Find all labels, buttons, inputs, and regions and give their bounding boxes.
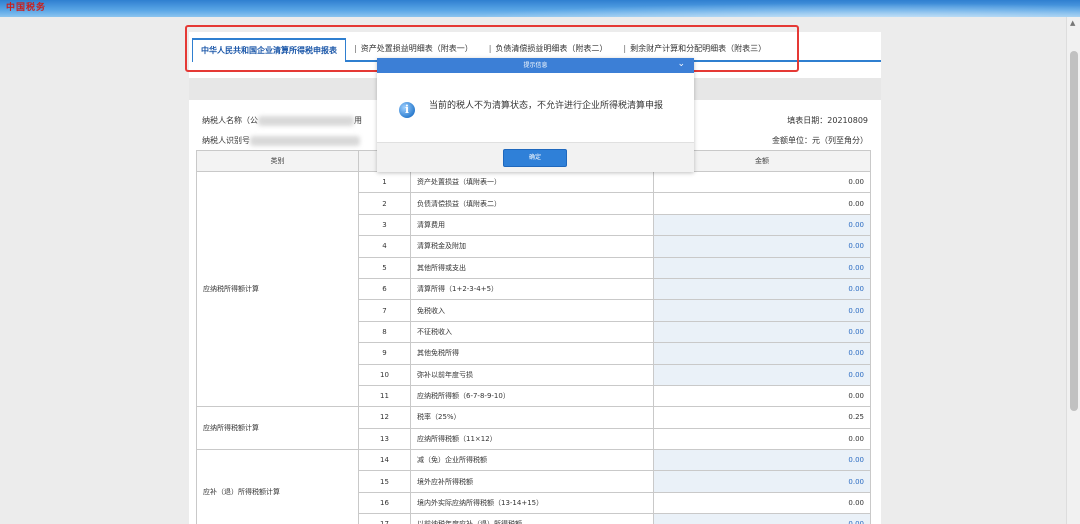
ok-button[interactable]: 确定 xyxy=(503,149,567,167)
amount-input[interactable]: 0.00 xyxy=(653,299,871,322)
header-category: 类别 xyxy=(196,150,359,172)
taxpayer-name: 纳税人名称（公 用 xyxy=(202,115,362,126)
row-number: 5 xyxy=(358,256,411,279)
row-number: 13 xyxy=(358,427,411,451)
item-label: 其他所得或支出 xyxy=(410,256,654,279)
item-label: 负债清偿损益（填附表二） xyxy=(410,192,654,215)
item-label: 弥补以前年度亏损 xyxy=(410,363,654,386)
category-cell: 应纳所得税额计算 xyxy=(196,406,359,451)
table-row: 应纳所得税额计算 12 税率（25%） 0.25 xyxy=(196,406,871,451)
amount-input[interactable]: 0.00 xyxy=(653,363,871,386)
row-number: 10 xyxy=(358,363,411,386)
row-number: 7 xyxy=(358,299,411,322)
logo: 中国税务 xyxy=(6,3,47,13)
chevron-down-icon[interactable]: ⌄ xyxy=(677,58,685,71)
amount-value: 0.00 xyxy=(653,170,871,194)
alert-dialog: 提示信息 ⌄ i 当前的税人不为清算状态，不允许进行企业所得税清算申报 确定 xyxy=(377,58,694,172)
amount-unit: 金额单位：元（列至角分） xyxy=(772,136,868,145)
amount-value: 0.00 xyxy=(653,384,871,408)
row-number: 6 xyxy=(358,277,411,301)
item-label: 境内外实际应纳所得税额（13-14+15） xyxy=(410,491,654,515)
amount-input[interactable]: 0.00 xyxy=(653,470,871,493)
report-table: 类别 金额 应纳税所得额计算 1 资产处置损益（填附表一） 0.00 2 负债清偿损益（填… xyxy=(196,150,871,524)
row-number: 11 xyxy=(358,384,411,408)
dialog-footer: 确定 xyxy=(377,142,694,172)
scroll-up-icon[interactable]: ▲ xyxy=(1070,19,1075,27)
amount-value: 0.00 xyxy=(653,192,871,215)
item-label: 境外应补所得税额 xyxy=(410,470,654,493)
item-label: 免税收入 xyxy=(410,299,654,322)
amount-input[interactable]: 0.00 xyxy=(653,256,871,279)
amount-input[interactable]: 0.00 xyxy=(653,449,871,472)
row-number: 15 xyxy=(358,470,411,493)
amount-value: 0.00 xyxy=(653,427,871,451)
item-label: 减（免）企业所得税额 xyxy=(410,449,654,472)
row-number: 4 xyxy=(358,235,411,258)
amount-input[interactable]: 0.00 xyxy=(653,342,871,365)
taxpayer-id-label: 纳税人识别号 xyxy=(202,136,250,145)
tab-separator: | xyxy=(623,44,627,53)
category-cell: 应补（退）所得税额计算 xyxy=(196,449,359,524)
item-label: 清算所得（1+2-3-4+5） xyxy=(410,277,654,301)
dialog-title: 提示信息 xyxy=(523,62,548,69)
tab-attachment-1[interactable]: | 资产处置损益明细表（附表一） xyxy=(346,38,481,60)
amount-input[interactable]: 0.00 xyxy=(653,320,871,344)
amount-input[interactable]: 0.00 xyxy=(653,513,871,524)
top-banner: 中国税务 xyxy=(0,0,1080,17)
table-row: 应补（退）所得税额计算 14 减（免）企业所得税额 0.00 xyxy=(196,449,871,524)
item-label: 应纳税所得额（6-7-8-9-10） xyxy=(410,384,654,408)
item-label: 清算费用 xyxy=(410,213,654,237)
item-label: 以前纳税年度应补（退）所得税额 xyxy=(410,513,654,524)
banner-decoration xyxy=(380,0,1080,17)
table-row: 应纳税所得额计算 1 资产处置损益（填附表一） 0.00 xyxy=(196,170,871,408)
row-number: 8 xyxy=(358,320,411,344)
fill-date: 填表日期：20210809 xyxy=(787,116,868,125)
dialog-message: 当前的税人不为清算状态，不允许进行企业所得税清算申报 xyxy=(429,101,664,111)
item-label: 清算税金及附加 xyxy=(410,235,654,258)
tab-separator: | xyxy=(488,44,492,53)
amount-input[interactable]: 0.00 xyxy=(653,235,871,258)
tab-attachment-2[interactable]: | 负债清偿损益明细表（附表二） xyxy=(481,38,616,60)
amount-input[interactable]: 0.00 xyxy=(653,277,871,301)
tab-label: 负债清偿损益明细表（附表二） xyxy=(495,44,608,53)
scrollbar[interactable]: ▲ xyxy=(1066,17,1080,524)
amount-value: 0.25 xyxy=(653,406,871,429)
item-label: 资产处置损益（填附表一） xyxy=(410,170,654,194)
tab-label: 资产处置损益明细表（附表一） xyxy=(360,44,473,53)
taxpayer-name-suffix: 用 xyxy=(354,116,362,125)
item-label: 其他免税所得 xyxy=(410,342,654,365)
row-number: 2 xyxy=(358,192,411,215)
redacted-name xyxy=(258,115,354,126)
info-icon: i xyxy=(399,102,415,118)
tab-label: 剩余财产计算和分配明细表（附表三） xyxy=(630,44,767,53)
row-number: 12 xyxy=(358,406,411,429)
row-number: 14 xyxy=(358,449,411,472)
taxpayer-name-label: 纳税人名称（公 xyxy=(202,116,258,125)
redacted-id xyxy=(250,135,360,146)
tab-attachment-3[interactable]: | 剩余财产计算和分配明细表（附表三） xyxy=(615,38,774,60)
row-number: 9 xyxy=(358,342,411,365)
scrollbar-thumb[interactable] xyxy=(1070,51,1078,411)
amount-value: 0.00 xyxy=(653,491,871,515)
dialog-header: 提示信息 ⌄ xyxy=(377,58,694,73)
row-number: 3 xyxy=(358,213,411,237)
item-label: 税率（25%） xyxy=(410,406,654,429)
row-number: 17 xyxy=(358,513,411,524)
tab-separator: | xyxy=(354,44,357,53)
category-cell: 应纳税所得额计算 xyxy=(196,170,359,408)
amount-input[interactable]: 0.00 xyxy=(653,213,871,237)
taxpayer-id: 纳税人识别号 xyxy=(202,135,360,146)
item-label: 不征税收入 xyxy=(410,320,654,344)
tab-main-return[interactable]: 中华人民共和国企业清算所得税申报表 xyxy=(192,38,346,62)
row-number: 16 xyxy=(358,491,411,515)
row-number: 1 xyxy=(358,170,411,194)
item-label: 应纳所得税额（11×12） xyxy=(410,427,654,451)
